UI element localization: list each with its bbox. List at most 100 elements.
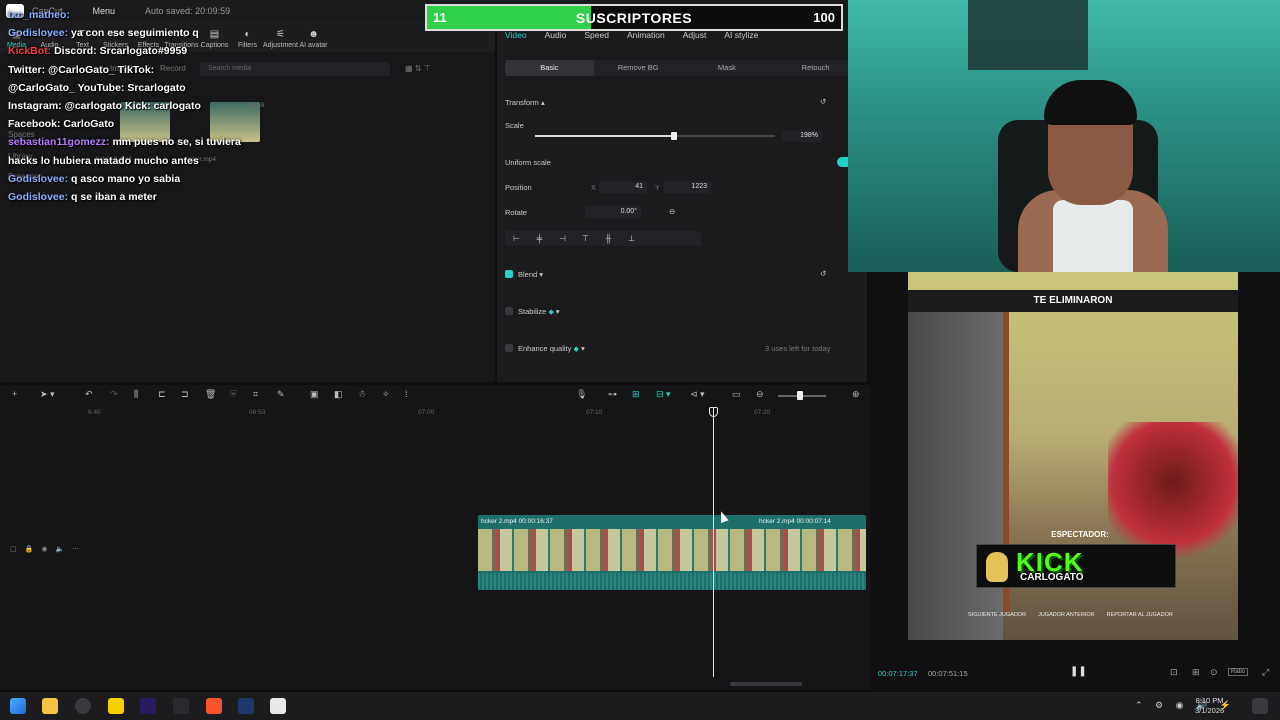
track-more-icon[interactable]: ⋯	[72, 545, 79, 553]
timeline-scrollbar[interactable]	[730, 682, 802, 686]
transform-header[interactable]: Transform ▴	[505, 98, 545, 107]
chat-message: Godislovee: q asco mano yo sabia	[8, 170, 268, 188]
scale-slider[interactable]	[535, 132, 775, 140]
tab-audio[interactable]: Audio	[545, 30, 567, 46]
tab-video[interactable]: Video	[505, 30, 527, 46]
taskbar-clock[interactable]: 8:10 PM 3/1/2026	[1195, 696, 1224, 716]
magnet-icon[interactable]: ⊞	[632, 389, 640, 400]
video-clip[interactable]: hcker 2.mp4 00:00:16:37 hcker 2.mp4 00:0…	[478, 515, 866, 590]
enhance-checkbox[interactable]	[505, 344, 513, 352]
crop-icon[interactable]: ⌗	[253, 389, 258, 400]
fullscreen-icon[interactable]: ⤢	[1262, 667, 1269, 678]
capcut-taskbar-icon[interactable]	[270, 698, 286, 714]
enhance-label[interactable]: Enhance quality ◆ ▾	[518, 344, 585, 353]
focus-icon[interactable]: ⊙	[1210, 667, 1218, 678]
add-icon[interactable]: +	[12, 389, 17, 399]
track-cover-icon[interactable]: ▢	[10, 545, 17, 553]
browser-icon[interactable]	[75, 698, 91, 714]
microphone-icon[interactable]: 🎙	[576, 389, 587, 400]
ai-tool-icon[interactable]: ✎	[277, 389, 285, 400]
chat-message: Godislovee: q se iban a meter	[8, 188, 268, 206]
blend-label[interactable]: Blend ▾	[518, 270, 543, 279]
lock-icon[interactable]: 🔒	[25, 545, 34, 553]
spectator-options: SIGUIENTE JUGADOR JUGADOR ANTERIOR REPOR…	[968, 612, 1238, 618]
tool-ai-avatar[interactable]: ☻ AI avatar	[297, 29, 330, 49]
chat-text: Instagram: @carlogato Kick: carlogato	[8, 100, 201, 113]
more-icon[interactable]: ⁞	[405, 389, 408, 399]
mirror-icon[interactable]: ◧	[334, 389, 343, 400]
webcam-overlay	[848, 0, 1280, 272]
next-player-option[interactable]: SIGUIENTE JUGADOR	[968, 612, 1026, 618]
snap-icon[interactable]: ⊟ ▾	[656, 389, 671, 400]
align-right-icon[interactable]: ⊣	[551, 231, 574, 246]
subtab-basic[interactable]: Basic	[505, 60, 594, 76]
caption-track-icon[interactable]: ▭	[732, 389, 741, 400]
align-left-icon[interactable]: ⊢	[505, 231, 528, 246]
eye-icon[interactable]: ◉	[41, 545, 47, 553]
crop-preview-icon[interactable]: ⊡	[1170, 667, 1178, 678]
brave-icon[interactable]	[206, 698, 222, 714]
ratio-button[interactable]: Ratio	[1228, 668, 1249, 676]
prev-player-option[interactable]: JUGADOR ANTERIOR	[1038, 612, 1095, 618]
zoom-slider-handle[interactable]	[797, 391, 803, 400]
align-center-v-icon[interactable]: ╫	[597, 231, 620, 246]
align-center-h-icon[interactable]: ╪	[528, 231, 551, 246]
notification-icon[interactable]	[1252, 698, 1268, 714]
subtab-mask[interactable]: Mask	[683, 60, 772, 76]
clock-time: 8:10 PM	[1195, 696, 1224, 705]
rotate-input[interactable]: 0.00°	[585, 206, 641, 218]
blend-checkbox[interactable]	[505, 270, 513, 278]
app-g-icon[interactable]	[173, 698, 189, 714]
fit-icon[interactable]: ⊞	[1192, 667, 1200, 678]
position-label: Position	[505, 183, 532, 192]
property-subtabs: Basic Remove BG Mask Retouch	[505, 60, 860, 76]
view-toggle-icon[interactable]: ▦ ⇅ ⊤	[405, 64, 431, 73]
zoom-out-icon[interactable]: ⊖	[756, 389, 764, 400]
premiere-icon[interactable]	[140, 698, 156, 714]
pause-icon[interactable]: ❚❚	[1070, 666, 1087, 677]
split-icon[interactable]: ⫼	[134, 389, 138, 400]
reset-blend-icon[interactable]: ↺	[820, 269, 826, 278]
stabilize-checkbox[interactable]	[505, 307, 513, 315]
position-y-input[interactable]: 1223	[663, 181, 711, 193]
tab-ai-stylize[interactable]: AI stylize	[724, 30, 758, 46]
freeze-icon[interactable]: ▣	[310, 389, 319, 400]
rotate-dial-icon[interactable]: ⊖	[669, 207, 675, 216]
tab-animation[interactable]: Animation	[627, 30, 665, 46]
person-icon[interactable]: ☃	[358, 389, 366, 400]
redo-icon[interactable]: ↷	[110, 389, 118, 400]
position-x-input[interactable]: 41	[599, 181, 647, 193]
windows-start-icon[interactable]	[10, 698, 26, 714]
playhead[interactable]	[713, 407, 714, 677]
link-icon[interactable]: ⊶	[608, 389, 617, 400]
tab-speed[interactable]: Speed	[584, 30, 609, 46]
zoom-in-icon[interactable]: ⊕	[852, 389, 860, 400]
preview-axis-icon[interactable]: ⊲ ▾	[690, 389, 705, 400]
ruler-tick: 07:10	[586, 409, 603, 416]
shield-icon[interactable]: ⛨	[230, 389, 237, 400]
delete-icon[interactable]: 🗑	[205, 389, 216, 400]
align-top-icon[interactable]: ⊤	[574, 231, 597, 246]
split-right-icon[interactable]: ⊐	[181, 389, 189, 400]
align-bottom-icon[interactable]: ⊥	[620, 231, 643, 246]
select-tool-icon[interactable]: ➤ ▾	[40, 389, 55, 400]
split-left-icon[interactable]: ⊏	[158, 389, 166, 400]
magic-wand-icon[interactable]: ✧	[382, 389, 390, 400]
app-yellow-icon[interactable]	[108, 698, 124, 714]
reset-transform-icon[interactable]: ↺	[820, 97, 826, 106]
file-explorer-icon[interactable]	[42, 698, 58, 714]
subtab-remove-bg[interactable]: Remove BG	[594, 60, 683, 76]
timeline-toolbar: + ➤ ▾ ↶ ↷ ⫼ ⊏ ⊐ 🗑 ⛨ ⌗ ✎ ▣ ◧ ☃ ✧ ⁞ 🎙 ⊶ ⊞ …	[0, 389, 870, 405]
pro-diamond-icon: ◆	[548, 309, 554, 316]
speaker-icon[interactable]: 🔈	[55, 545, 64, 553]
undo-icon[interactable]: ↶	[85, 389, 93, 400]
tab-adjust[interactable]: Adjust	[683, 30, 707, 46]
subtab-retouch[interactable]: Retouch	[771, 60, 860, 76]
adjustment-icon: ⚟	[276, 29, 285, 40]
stabilize-label[interactable]: Stabilize ◆ ▾	[518, 307, 560, 316]
report-player-option[interactable]: REPORTAR AL JUGADOR	[1107, 612, 1173, 618]
scale-value[interactable]: 198%	[782, 130, 822, 142]
tool-adjustment[interactable]: ⚟ Adjustment	[263, 29, 298, 49]
steam-icon[interactable]	[238, 698, 254, 714]
scale-slider-handle[interactable]	[671, 132, 678, 140]
